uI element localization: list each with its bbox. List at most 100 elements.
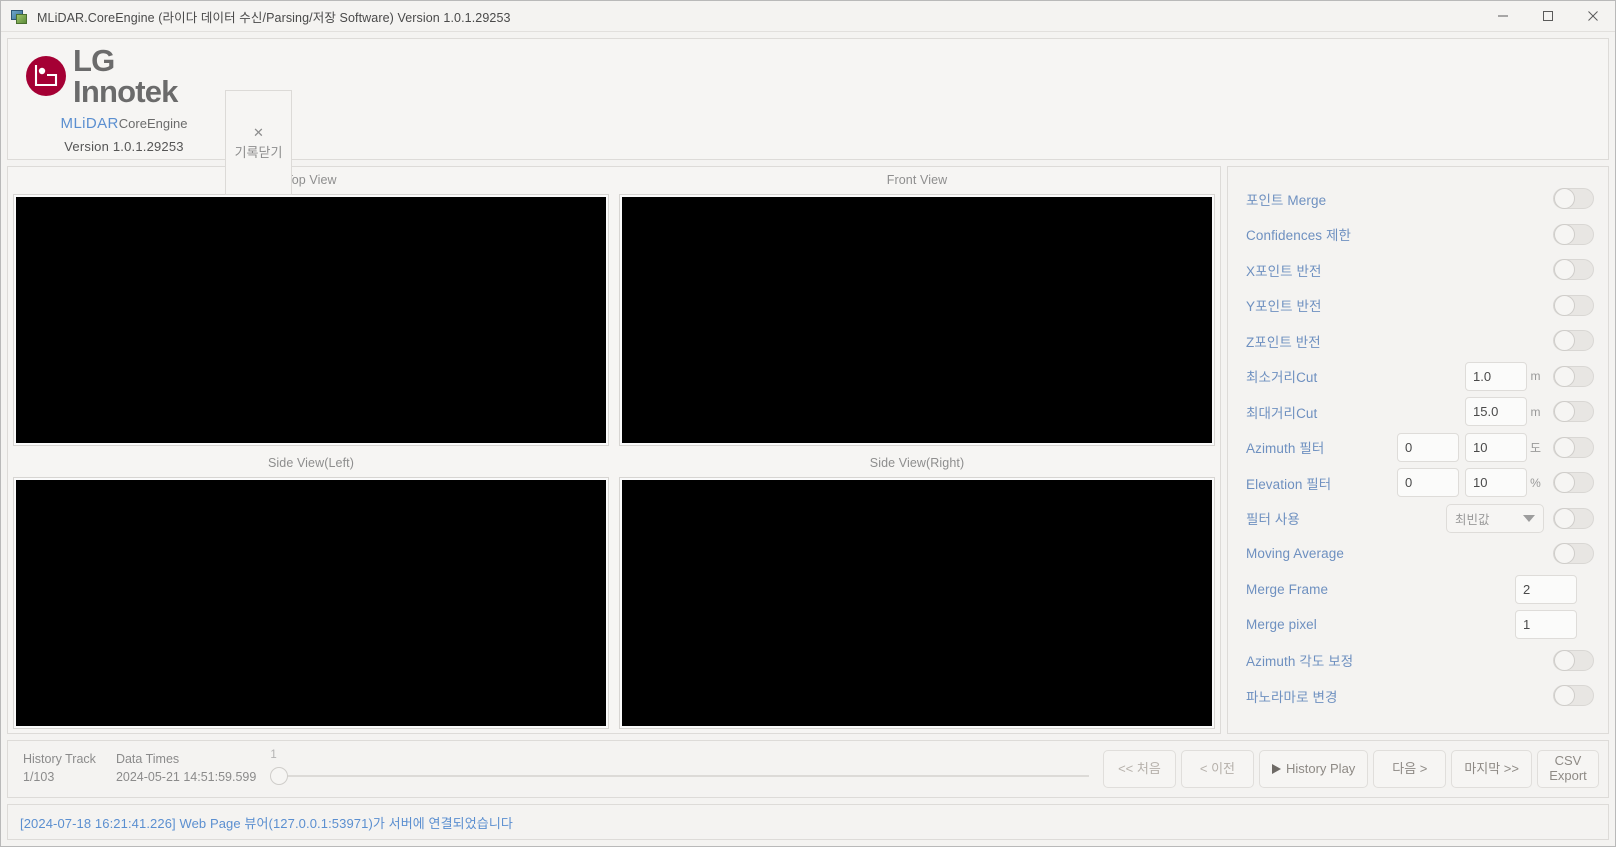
close-record-button[interactable]: ✕ 기록닫기 bbox=[225, 90, 292, 195]
filter-select[interactable]: 최빈값 bbox=[1446, 503, 1544, 533]
view-canvas-wrap-side-right bbox=[619, 476, 1215, 729]
navigation-buttons: << 처음 < 이전 History Play 다음 > 마지막 >> CSV Export bbox=[1102, 750, 1599, 788]
brand-block: LG Innotek MLiDARCoreEngine Version 1.0.… bbox=[26, 45, 222, 154]
setting-toggle-1[interactable] bbox=[1553, 223, 1594, 245]
setting-label-12: Merge pixel bbox=[1246, 617, 1317, 633]
setting-label-4: Z포인트 반전 bbox=[1246, 334, 1321, 350]
setting-input-7a[interactable] bbox=[1397, 432, 1459, 462]
status-bar: [2024-07-18 16:21:41.226] Web Page 뷰어(12… bbox=[7, 804, 1609, 840]
close-record-x-icon: ✕ bbox=[253, 125, 264, 140]
point-cloud-canvas-side-left[interactable] bbox=[16, 479, 606, 726]
setting-toggle-9[interactable] bbox=[1553, 507, 1594, 529]
chevron-down-icon bbox=[1523, 514, 1535, 522]
setting-toggle-5[interactable] bbox=[1553, 365, 1594, 387]
next-button[interactable]: 다음 > bbox=[1373, 750, 1447, 788]
version-value: 1.0.1.29253 bbox=[112, 138, 184, 154]
toggle-knob bbox=[1554, 223, 1575, 245]
toggle-knob bbox=[1554, 259, 1575, 281]
history-slider[interactable]: 1 bbox=[270, 749, 1089, 789]
setting-row-0: 포인트 Merge bbox=[1246, 181, 1594, 217]
close-record-label: 기록닫기 bbox=[234, 145, 283, 160]
version-label: Version bbox=[64, 138, 110, 154]
setting-row-12: Merge pixel bbox=[1246, 607, 1594, 643]
setting-input-7b[interactable] bbox=[1465, 432, 1527, 462]
data-times-label: Data Times bbox=[115, 752, 180, 767]
slider-track[interactable] bbox=[278, 775, 1089, 777]
window-controls bbox=[1480, 1, 1615, 32]
filter-select-value: 최빈값 bbox=[1455, 512, 1490, 527]
setting-label-2: X포인트 반전 bbox=[1246, 263, 1322, 279]
previous-button[interactable]: < 이전 bbox=[1180, 750, 1254, 788]
toggle-knob bbox=[1554, 685, 1575, 707]
setting-toggle-8[interactable] bbox=[1553, 472, 1594, 494]
setting-toggle-0[interactable] bbox=[1553, 188, 1594, 210]
history-info: History Track 1/103 Data Times 2024-05-2… bbox=[23, 752, 257, 785]
settings-panel: 포인트 Merge Confidences 제한 X포인트 반전 Y포인트 반전 Z포인… bbox=[1227, 166, 1609, 734]
setting-toggle-10[interactable] bbox=[1553, 543, 1594, 565]
setting-row-4: Z포인트 반전 bbox=[1246, 323, 1594, 359]
setting-input-11[interactable] bbox=[1515, 574, 1577, 604]
point-cloud-canvas-front[interactable] bbox=[622, 196, 1212, 443]
history-play-button-label: History Play bbox=[1285, 760, 1356, 776]
view-cell-front: Front View bbox=[614, 167, 1220, 450]
toggle-knob bbox=[1554, 649, 1575, 671]
product-name-secondary: CoreEngine bbox=[118, 115, 188, 131]
history-play-button[interactable]: History Play bbox=[1258, 750, 1369, 788]
setting-row-8: Elevation 필터% bbox=[1246, 465, 1594, 501]
toggle-placeholder bbox=[1577, 614, 1594, 635]
toggle-knob bbox=[1554, 188, 1575, 210]
history-track-value: 1/103 bbox=[23, 770, 55, 784]
brand-header: LG Innotek MLiDARCoreEngine Version 1.0.… bbox=[7, 38, 1609, 195]
setting-toggle-13[interactable] bbox=[1553, 649, 1594, 671]
data-times-value: 2024-05-21 14:51:59.599 bbox=[115, 770, 257, 784]
setting-input-8b[interactable] bbox=[1465, 468, 1527, 498]
minimize-button[interactable] bbox=[1480, 1, 1525, 32]
slider-thumb[interactable] bbox=[270, 767, 289, 785]
setting-toggle-7[interactable] bbox=[1553, 436, 1594, 458]
setting-toggle-14[interactable] bbox=[1553, 685, 1594, 707]
toggle-knob bbox=[1554, 472, 1575, 494]
application-window: MLiDAR.CoreEngine (라이다 데이터 수신/Parsing/저장… bbox=[0, 0, 1616, 847]
setting-row-13: Azimuth 각도 보정 bbox=[1246, 643, 1594, 679]
body-area: Top View Front View Side View(Left) Side… bbox=[7, 166, 1609, 734]
toggle-knob bbox=[1554, 436, 1575, 458]
view-cell-side-left: Side View(Left) bbox=[8, 450, 614, 733]
setting-label-10: Moving Average bbox=[1246, 546, 1344, 562]
lg-face-glyph bbox=[34, 64, 58, 86]
setting-row-14: 파노라마로 변경 bbox=[1246, 678, 1594, 714]
history-track-label: History Track bbox=[23, 752, 96, 767]
view-cell-top: Top View bbox=[8, 167, 614, 450]
view-title-side-right: Side View(Right) bbox=[869, 456, 965, 470]
setting-input-12[interactable] bbox=[1515, 610, 1577, 640]
brand-name: LG Innotek bbox=[73, 42, 178, 109]
setting-input-5[interactable] bbox=[1465, 361, 1527, 391]
status-message: [2024-07-18 16:21:41.226] Web Page 뷰어(12… bbox=[20, 815, 513, 831]
setting-toggle-4[interactable] bbox=[1553, 330, 1594, 352]
setting-unit-5: m bbox=[1530, 369, 1541, 384]
setting-toggle-6[interactable] bbox=[1553, 401, 1594, 423]
setting-input-8a[interactable] bbox=[1397, 468, 1459, 498]
version-line: Version 1.0.1.29253 bbox=[64, 139, 183, 154]
setting-label-11: Merge Frame bbox=[1246, 581, 1329, 597]
point-cloud-canvas-side-right[interactable] bbox=[622, 479, 1212, 726]
toggle-knob bbox=[1554, 294, 1575, 316]
setting-row-11: Merge Frame bbox=[1246, 572, 1594, 608]
csv-export-button[interactable]: CSV Export bbox=[1537, 750, 1599, 788]
last-button-label: 마지막 >> bbox=[1464, 760, 1519, 776]
setting-toggle-2[interactable] bbox=[1553, 259, 1594, 281]
window-title: MLiDAR.CoreEngine (라이다 데이터 수신/Parsing/저장… bbox=[37, 10, 511, 25]
setting-toggle-3[interactable] bbox=[1553, 294, 1594, 316]
views-panel: Top View Front View Side View(Left) Side… bbox=[7, 166, 1221, 734]
point-cloud-canvas-top[interactable] bbox=[16, 196, 606, 443]
csv-export-label-line2: Export bbox=[1549, 768, 1587, 783]
first-button[interactable]: << 처음 bbox=[1102, 750, 1176, 788]
setting-row-1: Confidences 제한 bbox=[1246, 217, 1594, 253]
setting-input-6[interactable] bbox=[1465, 397, 1527, 427]
setting-unit-6: m bbox=[1530, 404, 1541, 419]
history-track-block: History Track 1/103 bbox=[23, 752, 96, 785]
setting-label-8: Elevation 필터 bbox=[1246, 476, 1332, 492]
toggle-knob bbox=[1554, 365, 1575, 387]
last-button[interactable]: 마지막 >> bbox=[1451, 750, 1532, 788]
close-button[interactable] bbox=[1570, 1, 1615, 32]
maximize-button[interactable] bbox=[1525, 1, 1570, 32]
